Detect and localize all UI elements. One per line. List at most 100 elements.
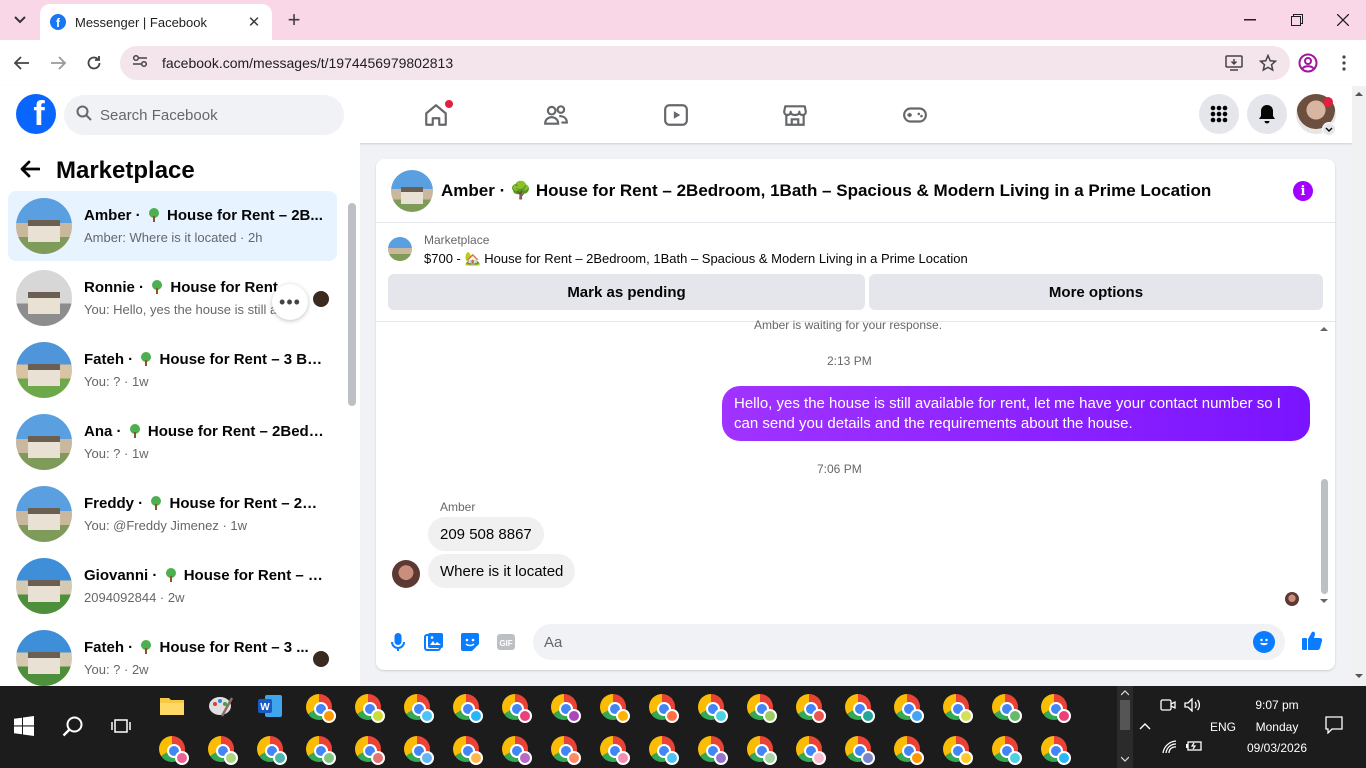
chrome-profile-icon[interactable] <box>1039 692 1071 723</box>
friends-nav-icon[interactable] <box>541 100 571 130</box>
marketplace-nav-icon[interactable] <box>780 100 810 130</box>
language-indicator[interactable]: ENG <box>1210 720 1236 734</box>
message-input[interactable]: Aa <box>533 624 1285 660</box>
more-options-button[interactable]: More options <box>869 274 1323 310</box>
chrome-profile-icon[interactable] <box>892 692 924 723</box>
browser-menu-icon[interactable] <box>1332 51 1356 75</box>
chrome-profile-icon[interactable] <box>500 734 532 765</box>
clock-time[interactable]: 9:07 pm <box>1240 698 1314 712</box>
sticker-icon[interactable] <box>458 630 482 654</box>
meet-now-icon[interactable] <box>1160 698 1176 715</box>
task-view-icon[interactable] <box>106 711 136 741</box>
chrome-profile-icon[interactable] <box>745 734 777 765</box>
show-hidden-icons-icon[interactable] <box>1139 719 1151 733</box>
conversation-item-freddy[interactable]: Freddy · House for Rent – 2B... You: @Fr… <box>8 479 337 549</box>
chrome-profile-icon[interactable] <box>500 692 532 723</box>
account-chevron-icon[interactable] <box>1322 122 1336 136</box>
chrome-profile-icon[interactable] <box>941 692 973 723</box>
photo-icon[interactable] <box>422 630 446 654</box>
chrome-profile-icon[interactable] <box>1039 734 1071 765</box>
menu-grid-button[interactable] <box>1199 94 1239 134</box>
chrome-profile-icon[interactable] <box>402 734 434 765</box>
reload-button[interactable] <box>82 51 106 75</box>
word-app-icon[interactable]: W <box>255 691 285 721</box>
sender-avatar[interactable] <box>392 560 420 588</box>
chrome-profile-icon[interactable] <box>647 734 679 765</box>
bookmark-star-icon[interactable] <box>1258 53 1278 73</box>
volume-icon[interactable] <box>1184 697 1202 715</box>
windows-start-icon[interactable] <box>14 716 36 738</box>
page-scrollbar[interactable] <box>1352 86 1366 686</box>
chrome-profile-icon[interactable] <box>353 734 385 765</box>
chrome-profile-icon[interactable] <box>549 692 581 723</box>
restore-button[interactable] <box>1285 8 1309 32</box>
omnibox[interactable]: facebook.com/messages/t/1974456979802813 <box>120 46 1290 80</box>
taskbar-scroll[interactable] <box>1117 686 1133 768</box>
chrome-profile-icon[interactable] <box>598 692 630 723</box>
emoji-icon[interactable] <box>1253 631 1275 653</box>
conversation-item-amber[interactable]: Amber · House for Rent – 2B... Amber: Wh… <box>8 191 337 261</box>
browser-tab-messenger[interactable]: f Messenger | Facebook ✕ <box>40 4 272 40</box>
chrome-profile-icon[interactable] <box>353 692 385 723</box>
chrome-profile-icon[interactable] <box>696 734 728 765</box>
video-nav-icon[interactable] <box>661 100 691 130</box>
close-tab-icon[interactable]: ✕ <box>246 13 262 31</box>
chrome-profile-icon[interactable] <box>157 734 189 765</box>
minimize-button[interactable] <box>1238 8 1262 32</box>
file-explorer-icon[interactable] <box>157 691 187 721</box>
chrome-profile-icon[interactable] <box>696 692 728 723</box>
sidebar-scroll-thumb[interactable] <box>348 203 356 406</box>
chrome-profile-icon[interactable] <box>745 692 777 723</box>
forward-button[interactable] <box>46 51 70 75</box>
chrome-profile-icon[interactable] <box>598 734 630 765</box>
search-icon[interactable] <box>58 711 88 741</box>
sidebar-scrollbar[interactable] <box>346 195 356 680</box>
listing-banner[interactable]: Marketplace $700 - 🏡 House for Rent – 2B… <box>388 233 968 267</box>
chrome-profile-icon[interactable] <box>843 734 875 765</box>
wifi-icon[interactable] <box>1162 740 1178 757</box>
search-input[interactable]: Search Facebook <box>64 95 344 135</box>
chat-header-title[interactable]: Amber · 🌳 House for Rent – 2Bedroom, 1Ba… <box>441 181 1211 201</box>
profile-icon[interactable] <box>1296 51 1320 75</box>
microphone-icon[interactable] <box>386 630 410 654</box>
chrome-profile-icon[interactable] <box>990 692 1022 723</box>
taskbar-scroll-thumb[interactable] <box>1120 700 1130 730</box>
incoming-message[interactable]: 209 508 8867 <box>428 517 544 551</box>
facebook-logo-icon[interactable]: f <box>16 94 56 134</box>
chrome-profile-icon[interactable] <box>892 734 924 765</box>
battery-icon[interactable] <box>1185 740 1203 755</box>
mark-as-pending-button[interactable]: Mark as pending <box>388 274 865 310</box>
chrome-profile-icon[interactable] <box>451 734 483 765</box>
chrome-profile-icon[interactable] <box>794 692 826 723</box>
tab-search-chevron-icon[interactable] <box>8 9 32 31</box>
gif-icon[interactable]: GIF <box>494 630 518 654</box>
chrome-profile-icon[interactable] <box>941 734 973 765</box>
clock-date[interactable]: 09/03/2026 <box>1240 741 1314 755</box>
info-icon[interactable]: i <box>1293 181 1313 201</box>
gaming-nav-icon[interactable] <box>900 100 930 130</box>
chrome-profile-icon[interactable] <box>843 692 875 723</box>
home-nav-icon[interactable] <box>421 100 453 130</box>
chrome-profile-icon[interactable] <box>402 692 434 723</box>
chrome-profile-icon[interactable] <box>304 692 336 723</box>
chrome-profile-icon[interactable] <box>451 692 483 723</box>
conversation-item-fateh-2[interactable]: Fateh · House for Rent – 3 ... You: ? · … <box>8 623 337 686</box>
thumbs-up-icon[interactable] <box>1300 628 1324 652</box>
site-settings-icon[interactable] <box>132 54 148 73</box>
chat-scroll-thumb[interactable] <box>1321 479 1328 594</box>
new-tab-button[interactable]: + <box>282 7 306 32</box>
chrome-profile-icon[interactable] <box>794 734 826 765</box>
conversation-item-giovanni[interactable]: Giovanni · House for Rent – 3... 2094092… <box>8 551 337 621</box>
chrome-profile-icon[interactable] <box>206 734 238 765</box>
chrome-profile-icon[interactable] <box>304 734 336 765</box>
conversation-options-button[interactable]: ••• <box>272 284 308 320</box>
paint-app-icon[interactable] <box>206 691 236 721</box>
clock-day[interactable]: Monday <box>1240 720 1314 734</box>
close-window-button[interactable] <box>1331 8 1355 32</box>
install-app-icon[interactable] <box>1224 53 1244 73</box>
notifications-button[interactable] <box>1247 94 1287 134</box>
chrome-profile-icon[interactable] <box>549 734 581 765</box>
chat-header-thumbnail[interactable] <box>391 169 433 212</box>
conversation-item-ana[interactable]: Ana · House for Rent – 2Bedr... You: ? ·… <box>8 407 337 477</box>
outgoing-message[interactable]: Hello, yes the house is still available … <box>722 386 1310 441</box>
